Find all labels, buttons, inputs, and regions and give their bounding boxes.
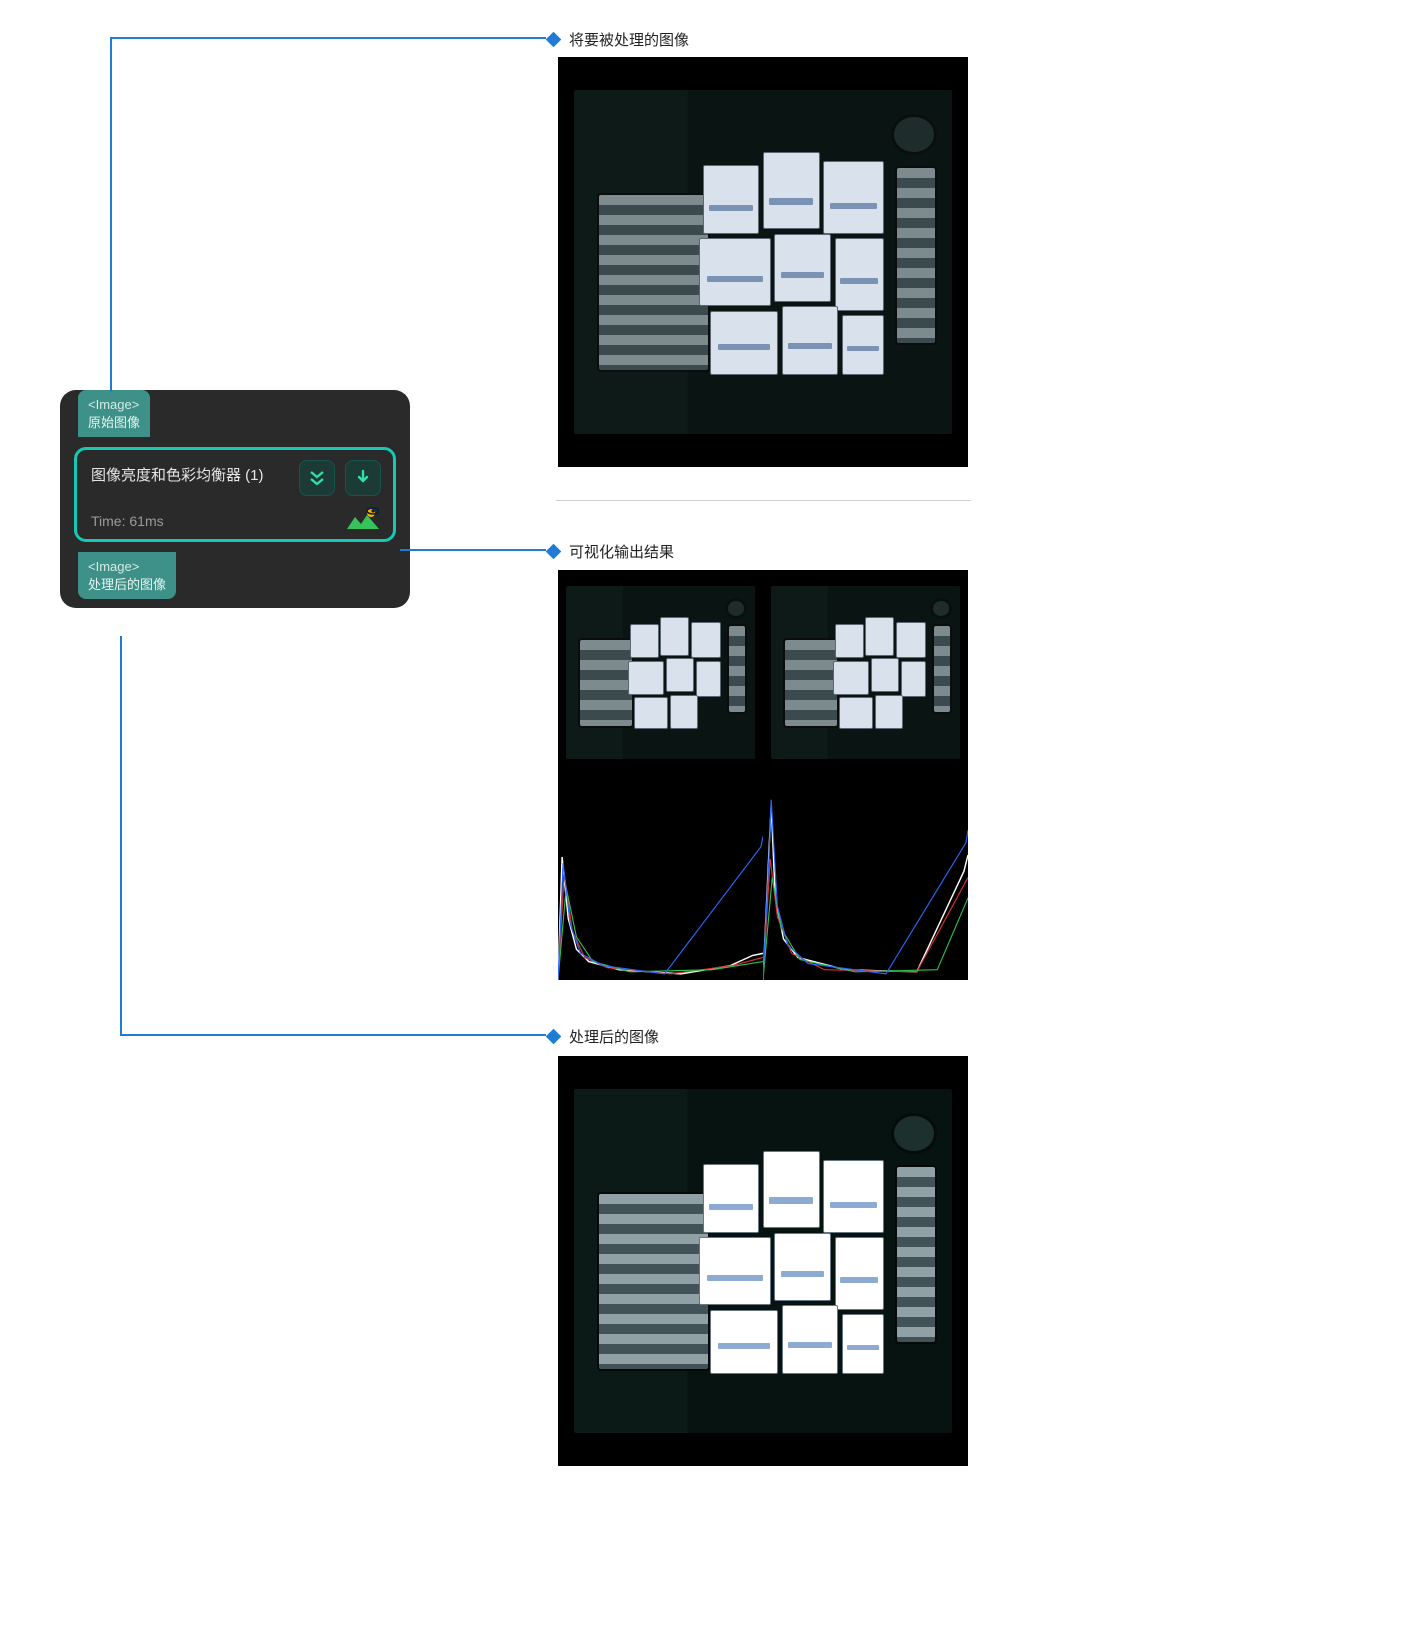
node-card: <Image> 原始图像 图像亮度和色彩均衡器 (1) Time: 61ms [60,390,410,608]
callout-input: 将要被处理的图像 [548,29,689,50]
node-time: Time: 61ms [91,513,379,529]
visual-output-icon[interactable] [347,507,379,531]
output-port-tag[interactable]: <Image> 处理后的图像 [78,552,176,599]
bullet-icon [546,1029,562,1045]
image-output-thumb [558,1056,968,1466]
connector-line [120,1034,546,1036]
quad-top-right [763,570,968,775]
callout-visual-text: 可视化输出结果 [569,541,674,562]
connector-line [400,549,546,551]
quad-bottom-left-histogram [558,775,763,980]
output-port-name: 处理后的图像 [88,577,166,592]
bullet-icon [546,544,562,560]
download-arrow-icon [353,468,373,488]
separator [556,500,971,501]
chevrons-down-icon [307,468,327,488]
input-port-name: 原始图像 [88,415,140,430]
input-port-type: <Image> [88,397,139,412]
node-body[interactable]: 图像亮度和色彩均衡器 (1) Time: 61ms [74,447,396,542]
output-port-type: <Image> [88,559,139,574]
callout-output: 处理后的图像 [548,1026,659,1047]
image-input-thumb [558,57,968,467]
connector-line [110,37,112,392]
bullet-icon [546,32,562,48]
expand-button[interactable] [299,460,335,496]
download-button[interactable] [345,460,381,496]
quad-top-left [558,570,763,775]
input-port-tag[interactable]: <Image> 原始图像 [78,390,150,437]
callout-input-text: 将要被处理的图像 [569,29,689,50]
quad-bottom-right-histogram [763,775,968,980]
callout-output-text: 处理后的图像 [569,1026,659,1047]
connector-line [110,37,546,39]
callout-visual: 可视化输出结果 [548,541,674,562]
connector-line [120,636,122,1034]
image-visual-output [558,570,968,980]
